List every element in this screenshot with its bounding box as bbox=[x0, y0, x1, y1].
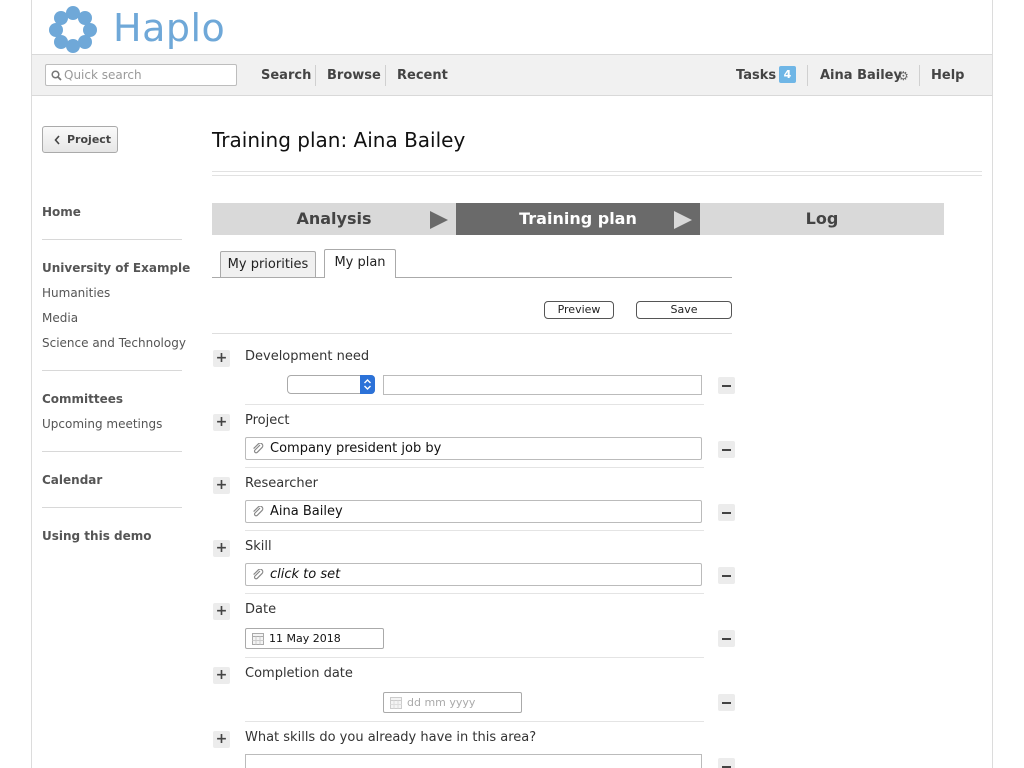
quick-search-placeholder: Quick search bbox=[64, 68, 142, 82]
sidebar-item-using-demo[interactable]: Using this demo bbox=[42, 529, 152, 543]
sidebar-divider bbox=[42, 370, 182, 371]
researcher-field[interactable]: Aina Bailey bbox=[245, 500, 702, 523]
sidebar-item-committees[interactable]: Committees bbox=[42, 392, 123, 406]
date-value: 11 May 2018 bbox=[269, 632, 341, 645]
save-button[interactable]: Save bbox=[636, 301, 732, 319]
title-divider bbox=[212, 171, 982, 176]
remove-researcher-icon[interactable] bbox=[718, 504, 735, 521]
sidebar-item-home[interactable]: Home bbox=[42, 205, 81, 219]
sidebar-divider bbox=[42, 451, 182, 452]
nav-divider bbox=[385, 65, 386, 86]
remove-development-need-icon[interactable] bbox=[718, 377, 735, 394]
skill-value: click to set bbox=[270, 567, 341, 582]
add-skills-have-icon[interactable]: + bbox=[213, 731, 230, 748]
tab-my-plan[interactable]: My plan bbox=[324, 249, 396, 278]
remove-skills-have-icon[interactable] bbox=[718, 758, 735, 768]
date-label: Date bbox=[245, 602, 277, 617]
nav-search-link[interactable]: Search bbox=[261, 68, 311, 83]
step-arrow-icon bbox=[674, 211, 692, 229]
step-analysis[interactable]: Analysis bbox=[212, 203, 456, 235]
completion-date-placeholder: dd mm yyyy bbox=[407, 696, 476, 709]
remove-date-icon[interactable] bbox=[718, 630, 735, 647]
calendar-icon bbox=[390, 697, 402, 709]
nav-browse-link[interactable]: Browse bbox=[327, 68, 381, 83]
step-log[interactable]: Log bbox=[700, 203, 944, 235]
field-divider bbox=[245, 593, 704, 594]
date-input[interactable]: 11 May 2018 bbox=[245, 628, 384, 649]
nav-recent-link[interactable]: Recent bbox=[397, 68, 448, 83]
development-need-label: Development need bbox=[245, 349, 370, 364]
nav-user-link[interactable]: Aina Bailey bbox=[820, 68, 902, 83]
add-researcher-icon[interactable]: + bbox=[213, 477, 230, 494]
paperclip-icon bbox=[253, 569, 264, 580]
skills-have-textarea[interactable] bbox=[245, 754, 702, 768]
step-training-plan[interactable]: Training plan bbox=[456, 203, 700, 235]
step-arrow-icon bbox=[430, 211, 448, 229]
paperclip-icon bbox=[253, 506, 264, 517]
search-icon bbox=[51, 70, 62, 81]
tab-my-priorities[interactable]: My priorities bbox=[220, 251, 316, 278]
chevron-updown-icon bbox=[360, 375, 375, 394]
sidebar-item-humanities[interactable]: Humanities bbox=[42, 286, 110, 300]
chevron-left-icon bbox=[54, 135, 60, 145]
sidebar-item-upcoming-meetings[interactable]: Upcoming meetings bbox=[42, 417, 162, 431]
add-completion-date-icon[interactable]: + bbox=[213, 667, 230, 684]
field-divider bbox=[245, 530, 704, 531]
sidebar-item-calendar[interactable]: Calendar bbox=[42, 473, 102, 487]
completion-date-input[interactable]: dd mm yyyy bbox=[383, 692, 522, 713]
calendar-icon bbox=[252, 633, 264, 645]
remove-completion-date-icon[interactable] bbox=[718, 694, 735, 711]
sidebar-item-science-technology[interactable]: Science and Technology bbox=[42, 336, 186, 350]
nav-tasks-link[interactable]: Tasks bbox=[736, 68, 776, 83]
nav-help-link[interactable]: Help bbox=[931, 68, 964, 83]
add-date-icon[interactable]: + bbox=[213, 603, 230, 620]
sidebar-item-university[interactable]: University of Example bbox=[42, 261, 190, 275]
sidebar-item-media[interactable]: Media bbox=[42, 311, 78, 325]
paperclip-icon bbox=[253, 443, 264, 454]
gear-icon[interactable]: ⚙ bbox=[898, 69, 909, 83]
researcher-label: Researcher bbox=[245, 476, 318, 491]
completion-date-label: Completion date bbox=[245, 666, 353, 681]
project-field[interactable]: Company president job by bbox=[245, 437, 702, 460]
back-button-label: Project bbox=[67, 133, 112, 146]
step-log-label: Log bbox=[805, 209, 839, 228]
nav-divider bbox=[807, 65, 808, 86]
sidebar-divider bbox=[42, 507, 182, 508]
nav-divider bbox=[919, 65, 920, 86]
tasks-count-badge[interactable]: 4 bbox=[779, 66, 796, 83]
tabs-baseline bbox=[212, 277, 732, 278]
page-title: Training plan: Aina Bailey bbox=[212, 128, 466, 152]
brand-name[interactable]: Haplo bbox=[113, 5, 225, 51]
step-analysis-label: Analysis bbox=[296, 209, 372, 228]
project-label: Project bbox=[245, 413, 290, 428]
haplo-logo-icon bbox=[49, 6, 97, 53]
development-need-text-input[interactable] bbox=[383, 375, 702, 395]
add-skill-icon[interactable]: + bbox=[213, 540, 230, 557]
development-need-select[interactable] bbox=[287, 375, 375, 394]
researcher-value: Aina Bailey bbox=[270, 504, 343, 519]
nav-divider bbox=[315, 65, 316, 86]
add-project-icon[interactable]: + bbox=[213, 414, 230, 431]
step-training-plan-label: Training plan bbox=[519, 209, 637, 228]
sidebar-divider bbox=[42, 239, 182, 240]
skills-have-label: What skills do you already have in this … bbox=[245, 730, 537, 745]
remove-skill-icon[interactable] bbox=[718, 567, 735, 584]
skill-label: Skill bbox=[245, 539, 272, 554]
field-divider bbox=[245, 467, 704, 468]
add-development-need-icon[interactable]: + bbox=[213, 350, 230, 367]
top-navbar: Quick search Search Browse Recent Tasks … bbox=[32, 54, 992, 96]
project-value: Company president job by bbox=[270, 441, 442, 456]
field-divider bbox=[245, 404, 704, 405]
skill-field[interactable]: click to set bbox=[245, 563, 702, 586]
back-to-project-button[interactable]: Project bbox=[42, 126, 118, 153]
field-divider bbox=[245, 721, 704, 722]
remove-project-icon[interactable] bbox=[718, 441, 735, 458]
form-divider bbox=[212, 333, 732, 334]
quick-search-input[interactable]: Quick search bbox=[45, 64, 237, 86]
preview-button[interactable]: Preview bbox=[544, 301, 614, 319]
field-divider bbox=[245, 657, 704, 658]
